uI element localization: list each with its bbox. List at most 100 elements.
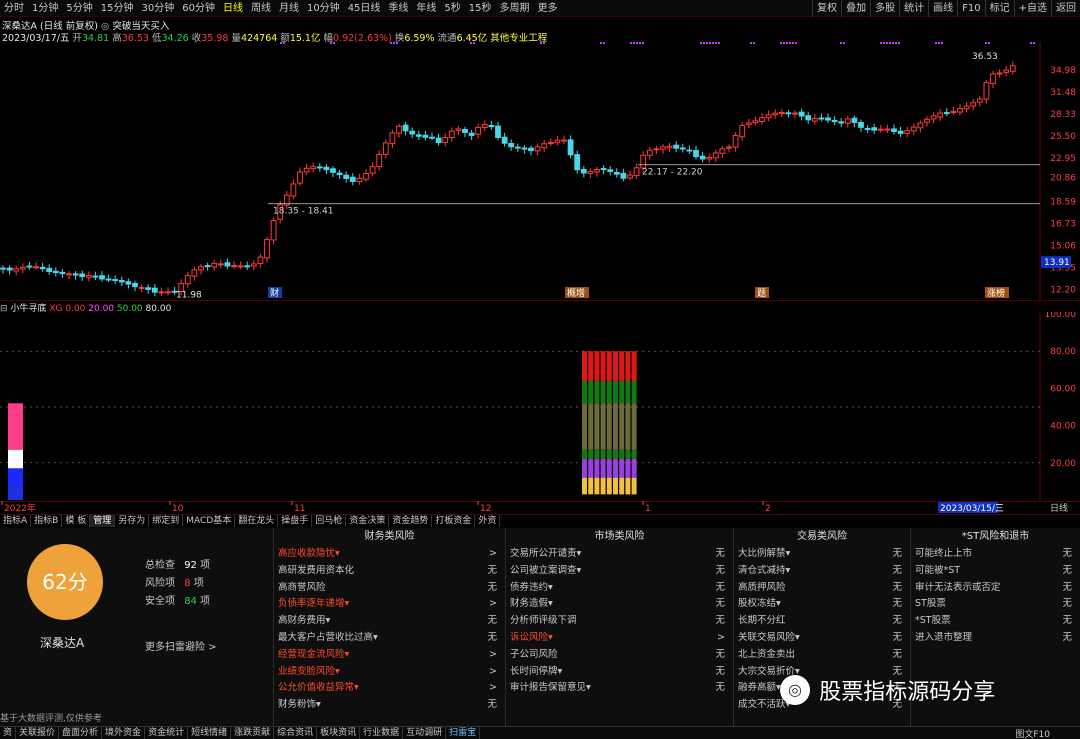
period-6[interactable]: 日线 — [219, 0, 247, 17]
risk-item[interactable]: 子公司风险 无 — [506, 647, 733, 664]
risk-item[interactable]: 进入退市整理 无 — [911, 630, 1080, 647]
risk-item[interactable]: *ST股票 无 — [911, 613, 1080, 630]
indicator-tab-13[interactable]: 外资 — [475, 515, 501, 527]
indicator-tab-7[interactable]: 翻在龙头 — [235, 515, 279, 527]
period-4[interactable]: 30分钟 — [137, 0, 178, 17]
risk-item[interactable]: 长期不分红 无 — [734, 613, 910, 630]
period-12[interactable]: 年线 — [412, 0, 440, 17]
indicator-tab-0[interactable]: 指标A — [0, 515, 32, 527]
status-tab-1[interactable]: 关联报价 — [16, 727, 60, 739]
risk-item[interactable]: 高应收款隐忧▾ > — [274, 546, 505, 563]
period-1[interactable]: 1分钟 — [28, 0, 62, 17]
risk-item[interactable]: 财务粉饰▾ 无 — [274, 697, 505, 714]
indicator-tab-3[interactable]: 管理 — [90, 515, 116, 527]
toolbar-button-1[interactable]: 叠加 — [841, 0, 870, 17]
risk-item[interactable]: 长时间停牌▾ 无 — [506, 664, 733, 681]
status-tab-7[interactable]: 综合资讯 — [274, 727, 318, 739]
period-5[interactable]: 60分钟 — [178, 0, 219, 17]
toolbar-button-0[interactable]: 复权 — [812, 0, 841, 17]
status-tab-8[interactable]: 板块资讯 — [317, 727, 361, 739]
risk-item[interactable]: 审计报告保留意见▾ 无 — [506, 680, 733, 697]
toolbar-button-8[interactable]: 返回 — [1051, 0, 1080, 17]
period-8[interactable]: 月线 — [275, 0, 303, 17]
risk-item[interactable]: 经营现金流风险▾ > — [274, 647, 505, 664]
risk-item[interactable]: ST股票 无 — [911, 596, 1080, 613]
status-tab-2[interactable]: 盘面分析 — [59, 727, 103, 739]
indicator-tab-8[interactable]: 操盘手 — [278, 515, 313, 527]
risk-item[interactable]: 负债率逐年递增▾ > — [274, 596, 505, 613]
risk-item[interactable]: 公司被立案调查▾ 无 — [506, 563, 733, 580]
candle — [706, 153, 713, 163]
period-0[interactable]: 分时 — [0, 0, 28, 17]
indicator-tab-11[interactable]: 资金趋势 — [389, 515, 433, 527]
risk-item[interactable]: 高研发费用资本化 无 — [274, 563, 505, 580]
risk-item[interactable]: 股权冻结▾ 无 — [734, 596, 910, 613]
risk-item[interactable]: 关联交易风险▾ 无 — [734, 630, 910, 647]
candle — [59, 269, 66, 279]
risk-item[interactable]: 交易所公开谴责▾ 无 — [506, 546, 733, 563]
risk-item[interactable]: 清仓式减持▾ 无 — [734, 563, 910, 580]
status-tab-5[interactable]: 短线情绪 — [188, 727, 232, 739]
period-15[interactable]: 多周期 — [496, 0, 534, 17]
toolbar-button-3[interactable]: 统计 — [899, 0, 928, 17]
period-2[interactable]: 5分钟 — [62, 0, 96, 17]
indicator-tab-12[interactable]: 打板资金 — [432, 515, 476, 527]
indicator-tab-10[interactable]: 资金决策 — [346, 515, 390, 527]
risk-item[interactable]: 审计无法表示或否定 无 — [911, 580, 1080, 597]
period-11[interactable]: 季线 — [384, 0, 412, 17]
indicator-tab-6[interactable]: MACD基本 — [183, 515, 236, 527]
risk-item[interactable]: 最大客户占营收比过高▾ 无 — [274, 630, 505, 647]
period-13[interactable]: 5秒 — [440, 0, 464, 17]
risk-item[interactable]: 业绩变脸风险▾ > — [274, 664, 505, 681]
f10-button[interactable]: 图文F10 — [1015, 727, 1050, 739]
risk-item[interactable]: 可能终止上市 无 — [911, 546, 1080, 563]
toolbar-button-2[interactable]: 多股 — [870, 0, 899, 17]
toolbar-button-7[interactable]: +自选 — [1013, 0, 1051, 17]
indicator-tab-9[interactable]: 回马枪 — [312, 515, 347, 527]
status-tab-11[interactable]: 扫雷宝 — [446, 727, 481, 739]
period-3[interactable]: 15分钟 — [97, 0, 138, 17]
time-axis-period[interactable]: 日线 — [1050, 502, 1068, 514]
risk-item[interactable]: 高质押风险 无 — [734, 580, 910, 597]
status-tab-6[interactable]: 涨跌贡献 — [231, 727, 275, 739]
risk-item[interactable]: 债券违约▾ 无 — [506, 580, 733, 597]
period-14[interactable]: 15秒 — [465, 0, 496, 17]
event-tag[interactable]: 概增 — [567, 287, 585, 299]
risk-item[interactable]: 可能被*ST 无 — [911, 563, 1080, 580]
indicator-tab-5[interactable]: 绑定到 — [149, 515, 184, 527]
risk-item[interactable]: 分析师评级下调 无 — [506, 613, 733, 630]
risk-item[interactable]: 诉讼风险▾ > — [506, 630, 733, 647]
period-16[interactable]: 更多 — [534, 0, 562, 17]
indicator-tab-1[interactable]: 指标B — [31, 515, 63, 527]
risk-item[interactable]: 财务造假▾ 无 — [506, 596, 733, 613]
candlestick-chart[interactable]: 34.98 31.48 28.33 25.50 22.95 20.86 18.59 16.73… — [0, 42, 1080, 300]
status-tab-3[interactable]: 境外资金 — [102, 727, 146, 739]
status-tab-4[interactable]: 资金统计 — [145, 727, 189, 739]
indicator-chart[interactable]: 100.00 80.00 60.00 40.00 20.00 — [0, 312, 1080, 502]
risk-item[interactable]: 高财务费用▾ 无 — [274, 613, 505, 630]
more-scan-link[interactable]: 更多扫雷避险 > — [145, 638, 217, 653]
indicator-tab-2[interactable]: 模 板 — [62, 515, 91, 527]
risk-item-value: 无 — [715, 648, 725, 660]
toolbar-button-4[interactable]: 画线 — [928, 0, 957, 17]
toolbar-button-5[interactable]: F10 — [957, 0, 984, 17]
risk-item[interactable]: 大比例解禁▾ 无 — [734, 546, 910, 563]
status-tab-0[interactable]: 资 — [0, 727, 17, 739]
risk-item[interactable]: 高商誉风险 无 — [274, 580, 505, 597]
candle — [811, 114, 818, 125]
event-tag[interactable]: 题 — [757, 288, 766, 299]
candle — [792, 110, 798, 119]
period-9[interactable]: 10分钟 — [303, 0, 344, 17]
toolbar-button-6[interactable]: 标记 — [984, 0, 1014, 17]
indicator-tab-4[interactable]: 另存为 — [115, 515, 150, 527]
candle — [679, 143, 686, 153]
status-tab-10[interactable]: 互动调研 — [403, 727, 447, 739]
candle — [976, 95, 983, 107]
status-tab-9[interactable]: 行业数据 — [360, 727, 404, 739]
risk-item[interactable]: 北上资金卖出 无 — [734, 647, 910, 664]
event-tag[interactable]: 涨榜 — [987, 287, 1005, 299]
period-10[interactable]: 45日线 — [344, 0, 385, 17]
event-tag[interactable]: 财 — [270, 287, 279, 299]
period-7[interactable]: 周线 — [247, 0, 275, 17]
risk-item[interactable]: 公允价值收益异常▾ > — [274, 680, 505, 697]
